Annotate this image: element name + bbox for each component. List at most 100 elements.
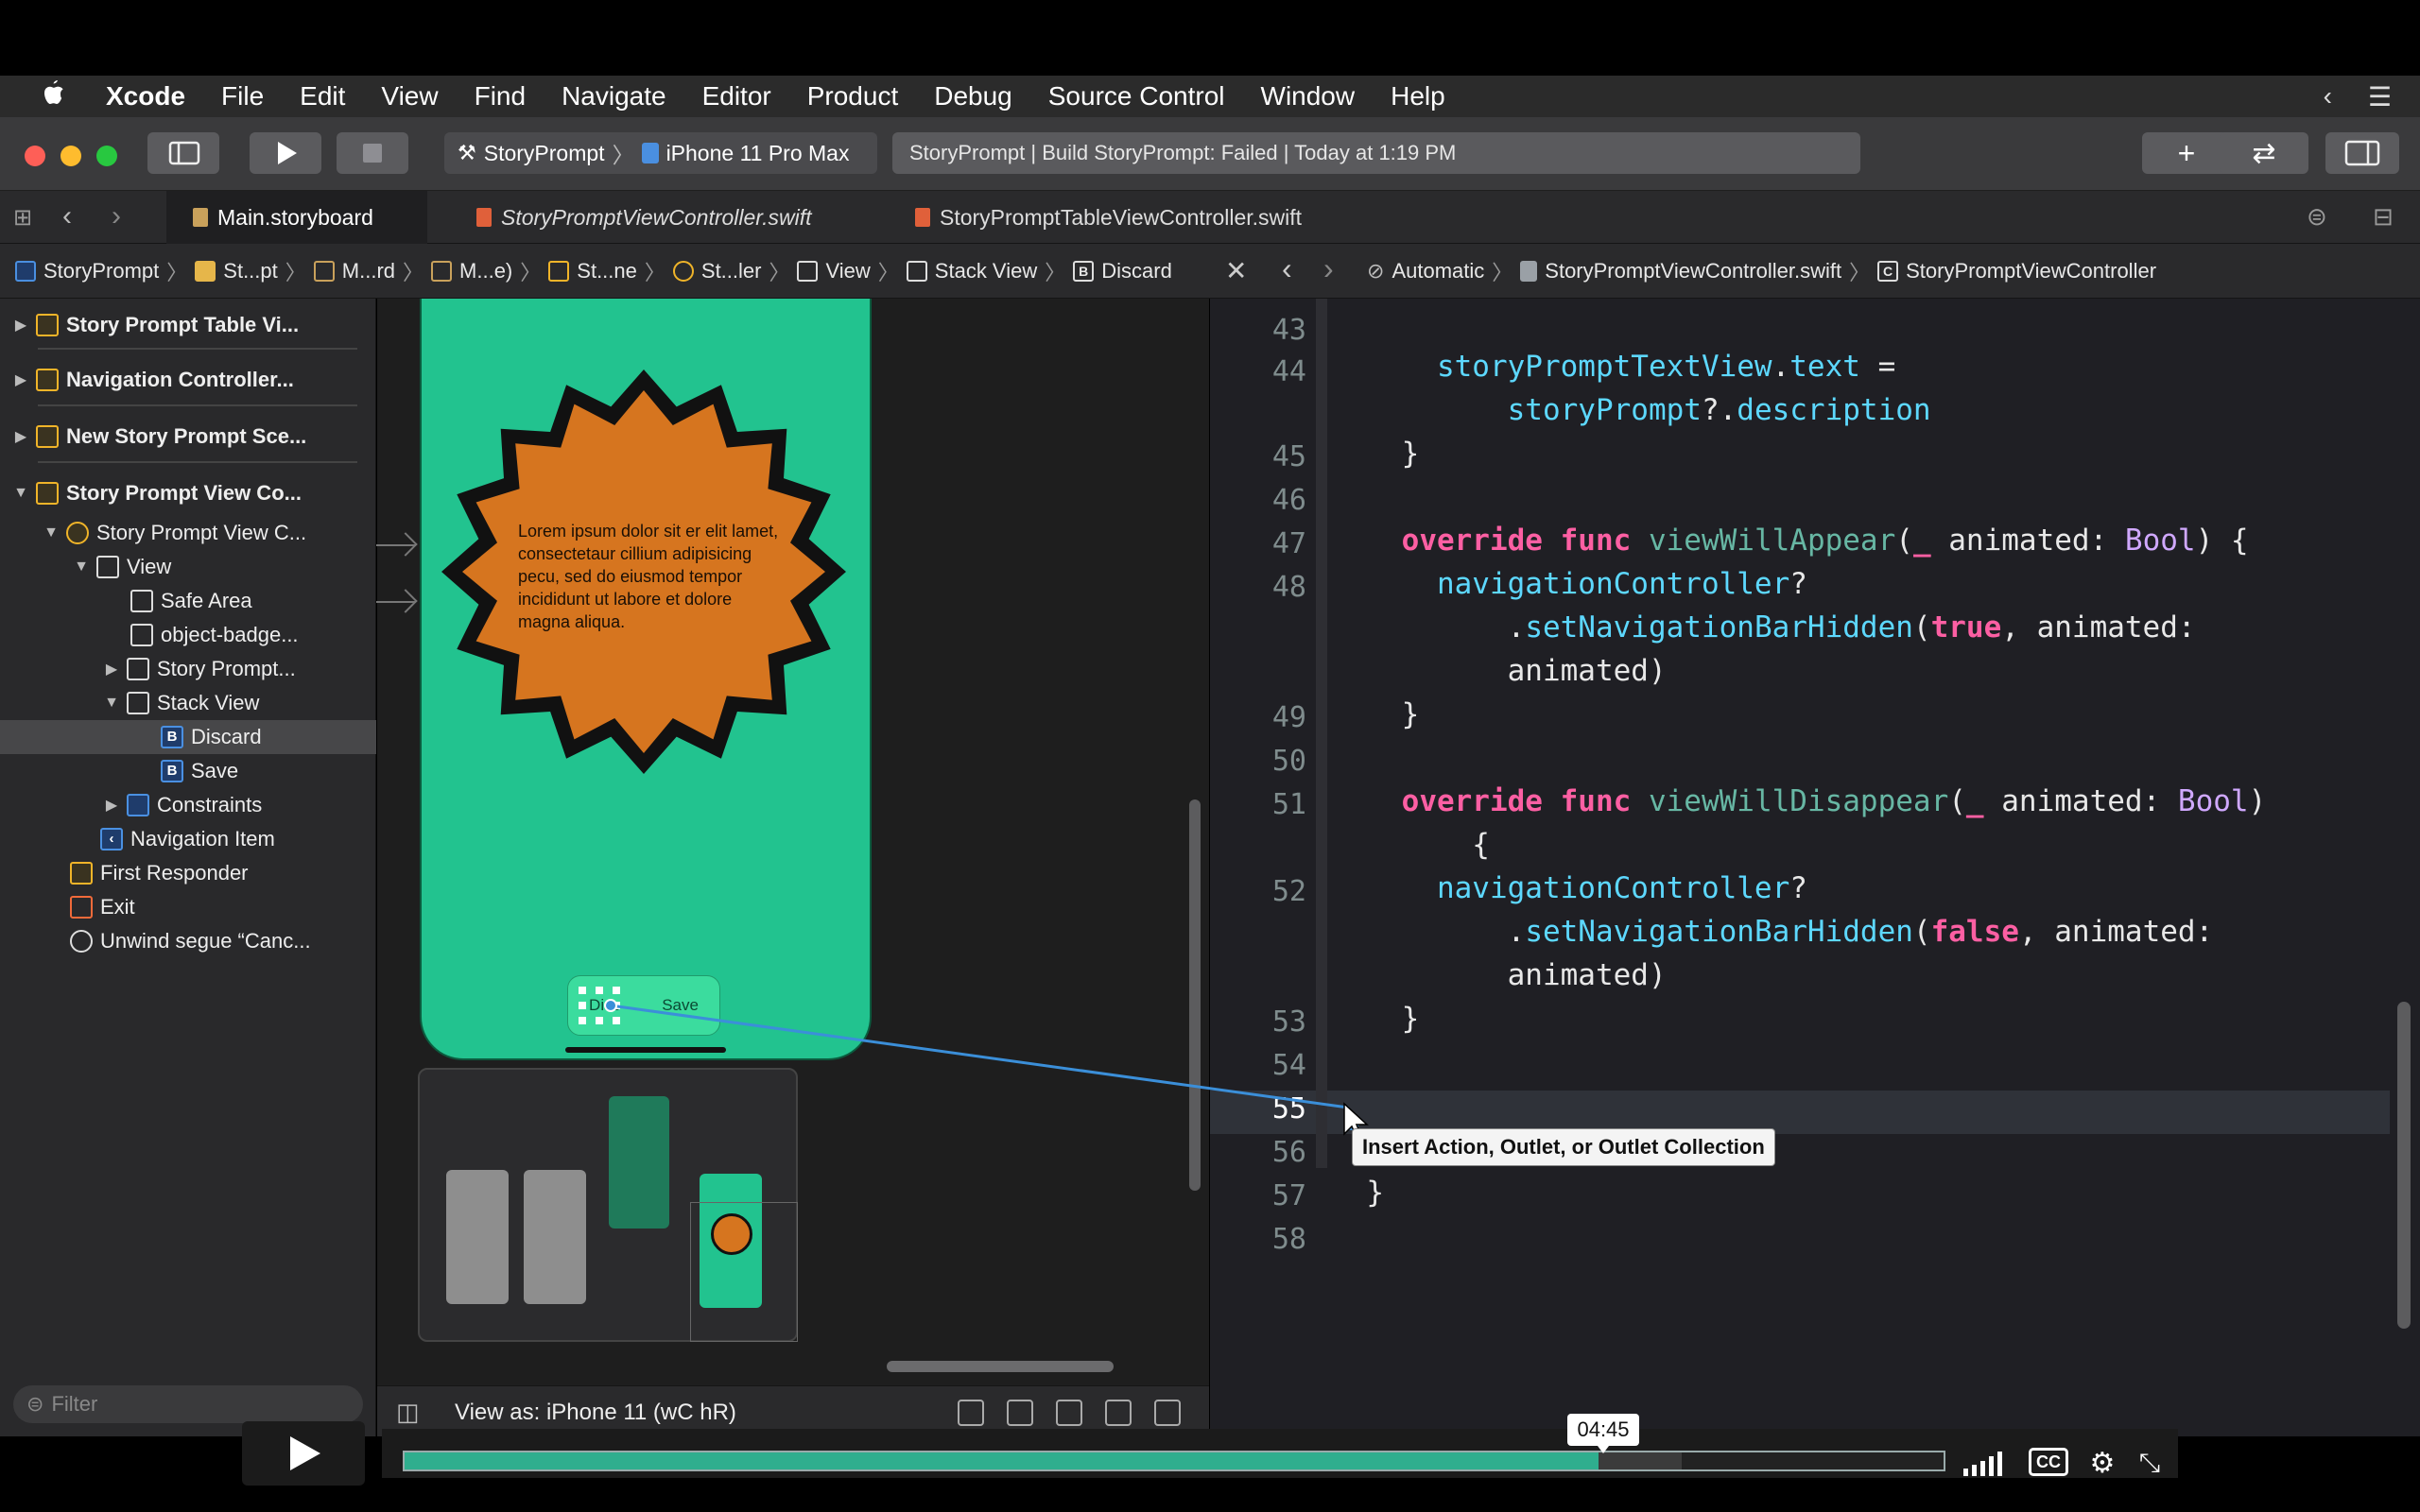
outline-item-discard[interactable]: B Discard	[0, 720, 376, 754]
back-arrow-icon[interactable]: ‹	[62, 200, 72, 232]
menu-navigate[interactable]: Navigate	[562, 81, 666, 112]
zoom-window-button[interactable]	[96, 146, 117, 166]
code-line[interactable]: animated)	[1331, 958, 1667, 992]
related-items-icon[interactable]: ⊜	[2307, 202, 2327, 232]
outline-item-stack-view[interactable]: ▼ Stack View	[0, 686, 376, 720]
code-line[interactable]: storyPrompt?.description	[1331, 393, 1931, 427]
jump-bar-right-path[interactable]: ⊘ Automatic 〉 StoryPromptViewController.s…	[1367, 244, 2156, 299]
outline-item-view[interactable]: ▼ View	[0, 550, 376, 584]
canvas-vertical-scrollbar[interactable]	[1189, 799, 1201, 1191]
library-button[interactable]: +	[2142, 132, 2231, 174]
volume-icon[interactable]	[1961, 1444, 2008, 1482]
menu-editor[interactable]: Editor	[702, 81, 771, 112]
outline-item-exit[interactable]: Exit	[0, 890, 376, 924]
code-line[interactable]: {	[1331, 828, 1490, 862]
outline-item-story-prompt-text-view[interactable]: ▶ Story Prompt...	[0, 652, 376, 686]
resolve-layout-icon[interactable]	[1105, 1400, 1132, 1426]
tab-main-storyboard[interactable]: Main.storyboard	[166, 191, 427, 244]
outline-item-story-prompt-view-controller-scene[interactable]: ▼ Story Prompt View Co...	[0, 476, 376, 510]
story-prompt-text-view[interactable]: Lorem ipsum dolor sit er elit lamet, con…	[518, 520, 785, 633]
scheme-selector[interactable]: ⚒ StoryPrompt 〉 iPhone 11 Pro Max	[444, 132, 877, 174]
code-line[interactable]: .setNavigationBarHidden(false, animated:	[1331, 915, 2214, 949]
toggle-outline-icon[interactable]: ◫	[396, 1398, 420, 1427]
settings-gear-icon[interactable]: ⚙	[2082, 1444, 2123, 1482]
code-line[interactable]: override func viewWillAppear(_ animated:…	[1331, 524, 2249, 558]
menu-help[interactable]: Help	[1391, 81, 1445, 112]
source-editor[interactable]: 43 44 45 46 47 48 49 50 51 52 53 54 55 5…	[1210, 299, 2420, 1436]
disclosure-down-icon[interactable]: ▼	[72, 558, 91, 576]
stop-button[interactable]	[337, 132, 408, 174]
disclosure-right-icon[interactable]: ▶	[102, 660, 121, 679]
menu-debug[interactable]: Debug	[934, 81, 1012, 112]
chevron-left-icon[interactable]: ‹	[2324, 81, 2332, 112]
outline-item-story-prompt-table-scene[interactable]: ▶ Story Prompt Table Vi...	[0, 308, 376, 342]
editor-vertical-scrollbar[interactable]	[2397, 1002, 2411, 1329]
tab-storypromptviewcontroller-swift[interactable]: StoryPromptViewController.swift	[450, 191, 812, 244]
run-button[interactable]	[250, 132, 321, 174]
view-as-device[interactable]: View as: iPhone 11 (wC hR)	[455, 1400, 736, 1426]
code-line[interactable]: }	[1331, 697, 1420, 731]
tab-storyprompttableviewcontroller-swift[interactable]: StoryPromptTableViewController.swift	[889, 191, 1302, 244]
menu-window[interactable]: Window	[1261, 81, 1356, 112]
apple-menu-icon[interactable]	[0, 78, 106, 114]
code-line[interactable]: }	[1331, 437, 1420, 471]
code-line[interactable]: storyPromptTextView.text =	[1331, 350, 1895, 384]
outline-item-navigation-item[interactable]: ‹ Navigation Item	[0, 822, 376, 856]
code-line[interactable]: navigationController?	[1331, 871, 1807, 905]
grid-icon[interactable]: ⊞	[13, 204, 32, 232]
toggle-navigator-button[interactable]	[147, 132, 219, 174]
fullscreen-icon[interactable]: ⤡	[2129, 1444, 2170, 1482]
menu-view[interactable]: View	[381, 81, 438, 112]
toggle-inspector-button[interactable]	[2325, 132, 2399, 174]
disclosure-right-icon[interactable]: ▶	[102, 796, 121, 815]
canvas-horizontal-scrollbar[interactable]	[887, 1361, 1114, 1372]
outline-item-new-story-prompt-scene[interactable]: ▶ New Story Prompt Sce...	[0, 420, 376, 454]
code-line[interactable]: }	[1331, 1176, 1384, 1210]
update-frames-icon[interactable]	[958, 1400, 984, 1426]
list-menu-icon[interactable]: ☰	[2368, 81, 2392, 112]
code-line[interactable]: override func viewWillDisappear(_ animat…	[1331, 784, 2267, 818]
disclosure-right-icon[interactable]: ▶	[11, 427, 30, 446]
disclosure-right-icon[interactable]: ▶	[11, 370, 30, 389]
close-window-button[interactable]	[25, 146, 45, 166]
menu-find[interactable]: Find	[475, 81, 526, 112]
outline-item-constraints[interactable]: ▶ Constraints	[0, 788, 376, 822]
filter-input[interactable]: ⊜ Filter	[13, 1385, 363, 1423]
split-editor-icon[interactable]: ⊟	[2373, 202, 2394, 232]
add-constraints-icon[interactable]	[1056, 1400, 1082, 1426]
menu-edit[interactable]: Edit	[300, 81, 345, 112]
outline-item-safe-area[interactable]: Safe Area	[0, 584, 376, 618]
save-button[interactable]: Save	[662, 996, 699, 1015]
outline-item-unwind-segue[interactable]: Unwind segue “Canc...	[0, 924, 376, 958]
menu-file[interactable]: File	[221, 81, 264, 112]
menu-source-control[interactable]: Source Control	[1048, 81, 1225, 112]
forward-arrow-icon[interactable]: ›	[1323, 251, 1334, 286]
embed-in-icon[interactable]	[1154, 1400, 1181, 1426]
disclosure-down-icon[interactable]: ▼	[102, 695, 121, 712]
minimize-window-button[interactable]	[60, 146, 81, 166]
outline-item-save[interactable]: B Save	[0, 754, 376, 788]
close-editor-icon[interactable]: ✕	[1225, 255, 1247, 286]
disclosure-right-icon[interactable]: ▶	[11, 316, 30, 335]
closed-captions-button[interactable]: CC	[2029, 1448, 2068, 1476]
menu-app-xcode[interactable]: Xcode	[106, 81, 185, 112]
code-line[interactable]: }	[1331, 1002, 1420, 1036]
forward-arrow-icon[interactable]: ›	[112, 200, 121, 232]
back-arrow-icon[interactable]: ‹	[1282, 251, 1292, 286]
menu-product[interactable]: Product	[807, 81, 899, 112]
code-line[interactable]: navigationController?	[1331, 567, 1807, 601]
disclosure-down-icon[interactable]: ▼	[42, 524, 60, 541]
code-line[interactable]: animated)	[1331, 654, 1667, 688]
align-icon[interactable]	[1007, 1400, 1033, 1426]
video-play-button[interactable]	[242, 1421, 365, 1486]
canvas-minimap[interactable]	[418, 1068, 798, 1342]
outline-item-first-responder[interactable]: First Responder	[0, 856, 376, 890]
outline-item-object-badge[interactable]: object-badge...	[0, 618, 376, 652]
video-progress-bar[interactable]	[403, 1451, 1945, 1471]
outline-item-story-prompt-view-controller[interactable]: ▼ Story Prompt View C...	[0, 516, 376, 550]
disclosure-down-icon[interactable]: ▼	[11, 485, 30, 502]
jump-bar-left-path[interactable]: StoryPrompt 〉 St...pt 〉 M...rd 〉 M...e) 〉 St…	[15, 244, 1172, 299]
outline-item-navigation-controller-scene[interactable]: ▶ Navigation Controller...	[0, 363, 376, 397]
code-review-button[interactable]: ⇄	[2220, 132, 2308, 174]
code-line[interactable]: .setNavigationBarHidden(true, animated:	[1331, 610, 2196, 644]
